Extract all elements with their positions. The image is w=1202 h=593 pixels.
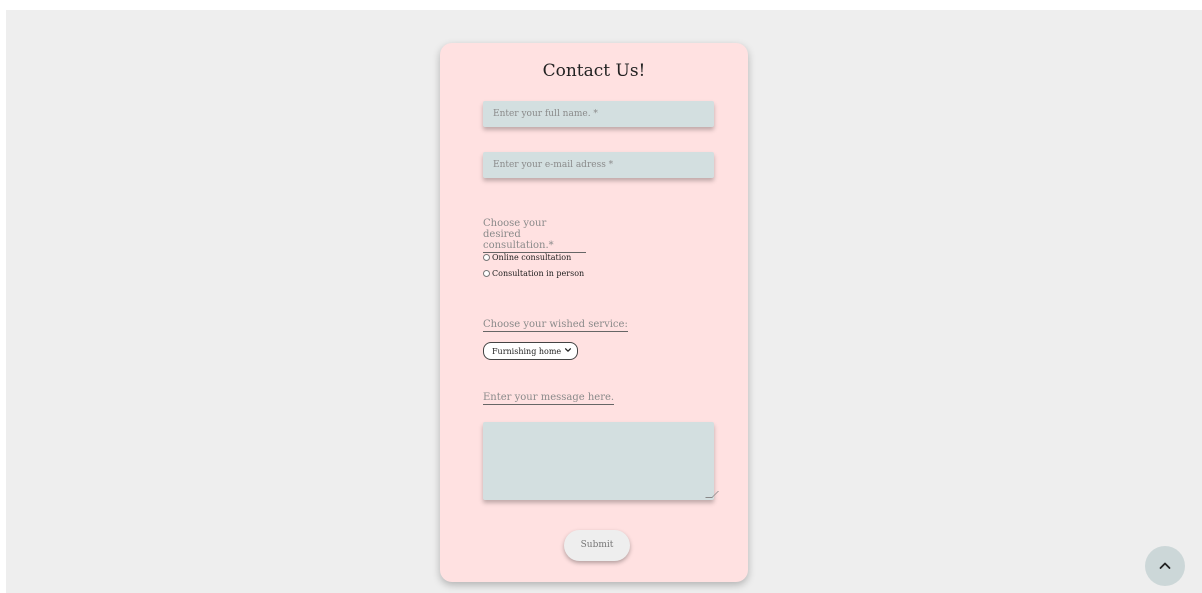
radio-button[interactable] — [483, 254, 490, 261]
consultation-label: Choose your desired consultation.* — [483, 218, 586, 253]
submit-button[interactable]: Submit — [564, 530, 630, 561]
email-input[interactable] — [483, 152, 714, 178]
top-strip — [0, 0, 1202, 10]
radio-label: Consultation in person — [492, 269, 585, 278]
service-select[interactable]: Furnishing home — [483, 342, 578, 360]
service-select-value: Furnishing home — [492, 346, 562, 356]
contact-form-card: Contact Us! Choose your desired consulta… — [440, 43, 748, 582]
message-textarea[interactable] — [483, 422, 719, 500]
full-name-input[interactable] — [483, 101, 714, 127]
radio-online-consultation[interactable]: Online consultation — [483, 253, 571, 262]
scroll-to-top-button[interactable] — [1145, 546, 1185, 586]
service-label: Choose your wished service: — [483, 319, 628, 332]
radio-label: Online consultation — [492, 253, 572, 262]
form-title: Contact Us! — [542, 61, 646, 81]
chevron-down-icon — [564, 346, 572, 356]
radio-consultation-in-person[interactable]: Consultation in person — [483, 269, 584, 278]
chevron-up-icon — [1157, 558, 1173, 574]
message-label: Enter your message here. — [483, 392, 615, 405]
radio-button[interactable] — [483, 270, 490, 277]
resize-handle-icon[interactable] — [705, 491, 719, 498]
